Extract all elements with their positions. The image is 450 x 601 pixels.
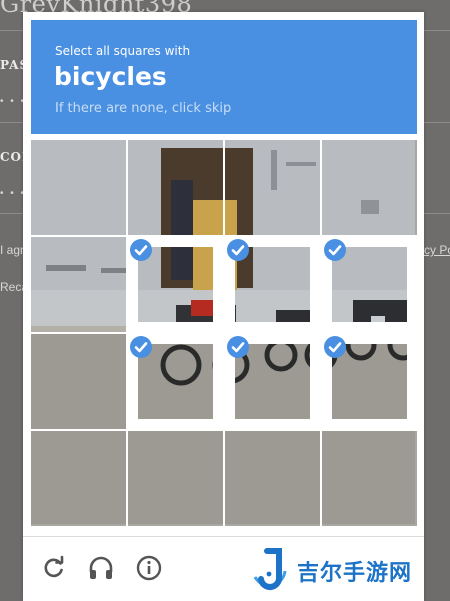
selected-checkmark-icon [227,239,249,261]
tile-image [225,431,320,526]
image-tile[interactable] [225,334,320,429]
image-tile[interactable] [322,140,417,235]
watermark-text: 吉尔手游网 [297,560,413,586]
selected-checkmark-icon [324,336,346,358]
image-tile[interactable] [31,431,126,526]
tile-image [322,140,417,235]
tile-image [31,431,126,526]
info-button[interactable] [134,553,164,583]
privacy-policy-link[interactable]: cy Po [424,243,450,257]
image-tile[interactable] [31,140,126,235]
agree-text: I agr [0,243,25,257]
image-tile[interactable] [128,334,223,429]
challenge-header: Select all squares with bicycles If ther… [31,20,417,134]
image-tile[interactable] [31,237,126,332]
image-tile[interactable] [322,334,417,429]
image-tile-grid [31,140,417,526]
image-tile[interactable] [225,140,320,235]
selected-checkmark-icon [130,336,152,358]
tile-image [31,334,126,429]
image-tile[interactable] [128,431,223,526]
skip-hint-text: If there are none, click skip [55,101,232,116]
selected-checkmark-icon [227,336,249,358]
reload-icon [44,555,64,578]
captcha-challenge-panel: Select all squares with bicycles If ther… [23,12,424,601]
challenge-footer: 吉尔手游网 [23,536,424,601]
image-tile[interactable] [322,237,417,332]
instruction-text: Select all squares with [55,44,191,58]
image-tile[interactable] [225,237,320,332]
reload-button[interactable] [39,553,69,583]
image-tile[interactable] [322,431,417,526]
tile-image [128,431,223,526]
audio-challenge-button[interactable] [86,553,116,583]
tile-image [322,431,417,526]
tile-image [225,140,320,235]
watermark-logo: 吉尔手游网 [247,545,423,595]
tile-image [128,140,223,235]
image-tile[interactable] [128,237,223,332]
tile-image [31,237,126,332]
image-tile[interactable] [128,140,223,235]
image-tile[interactable] [225,431,320,526]
info-icon [136,555,162,581]
target-object-label: bicycles [54,62,167,91]
tile-image [31,140,126,235]
watermark-j-icon [253,548,287,590]
selected-checkmark-icon [130,239,152,261]
headphones-icon [89,556,113,579]
image-tile[interactable] [31,334,126,429]
selected-checkmark-icon [324,239,346,261]
